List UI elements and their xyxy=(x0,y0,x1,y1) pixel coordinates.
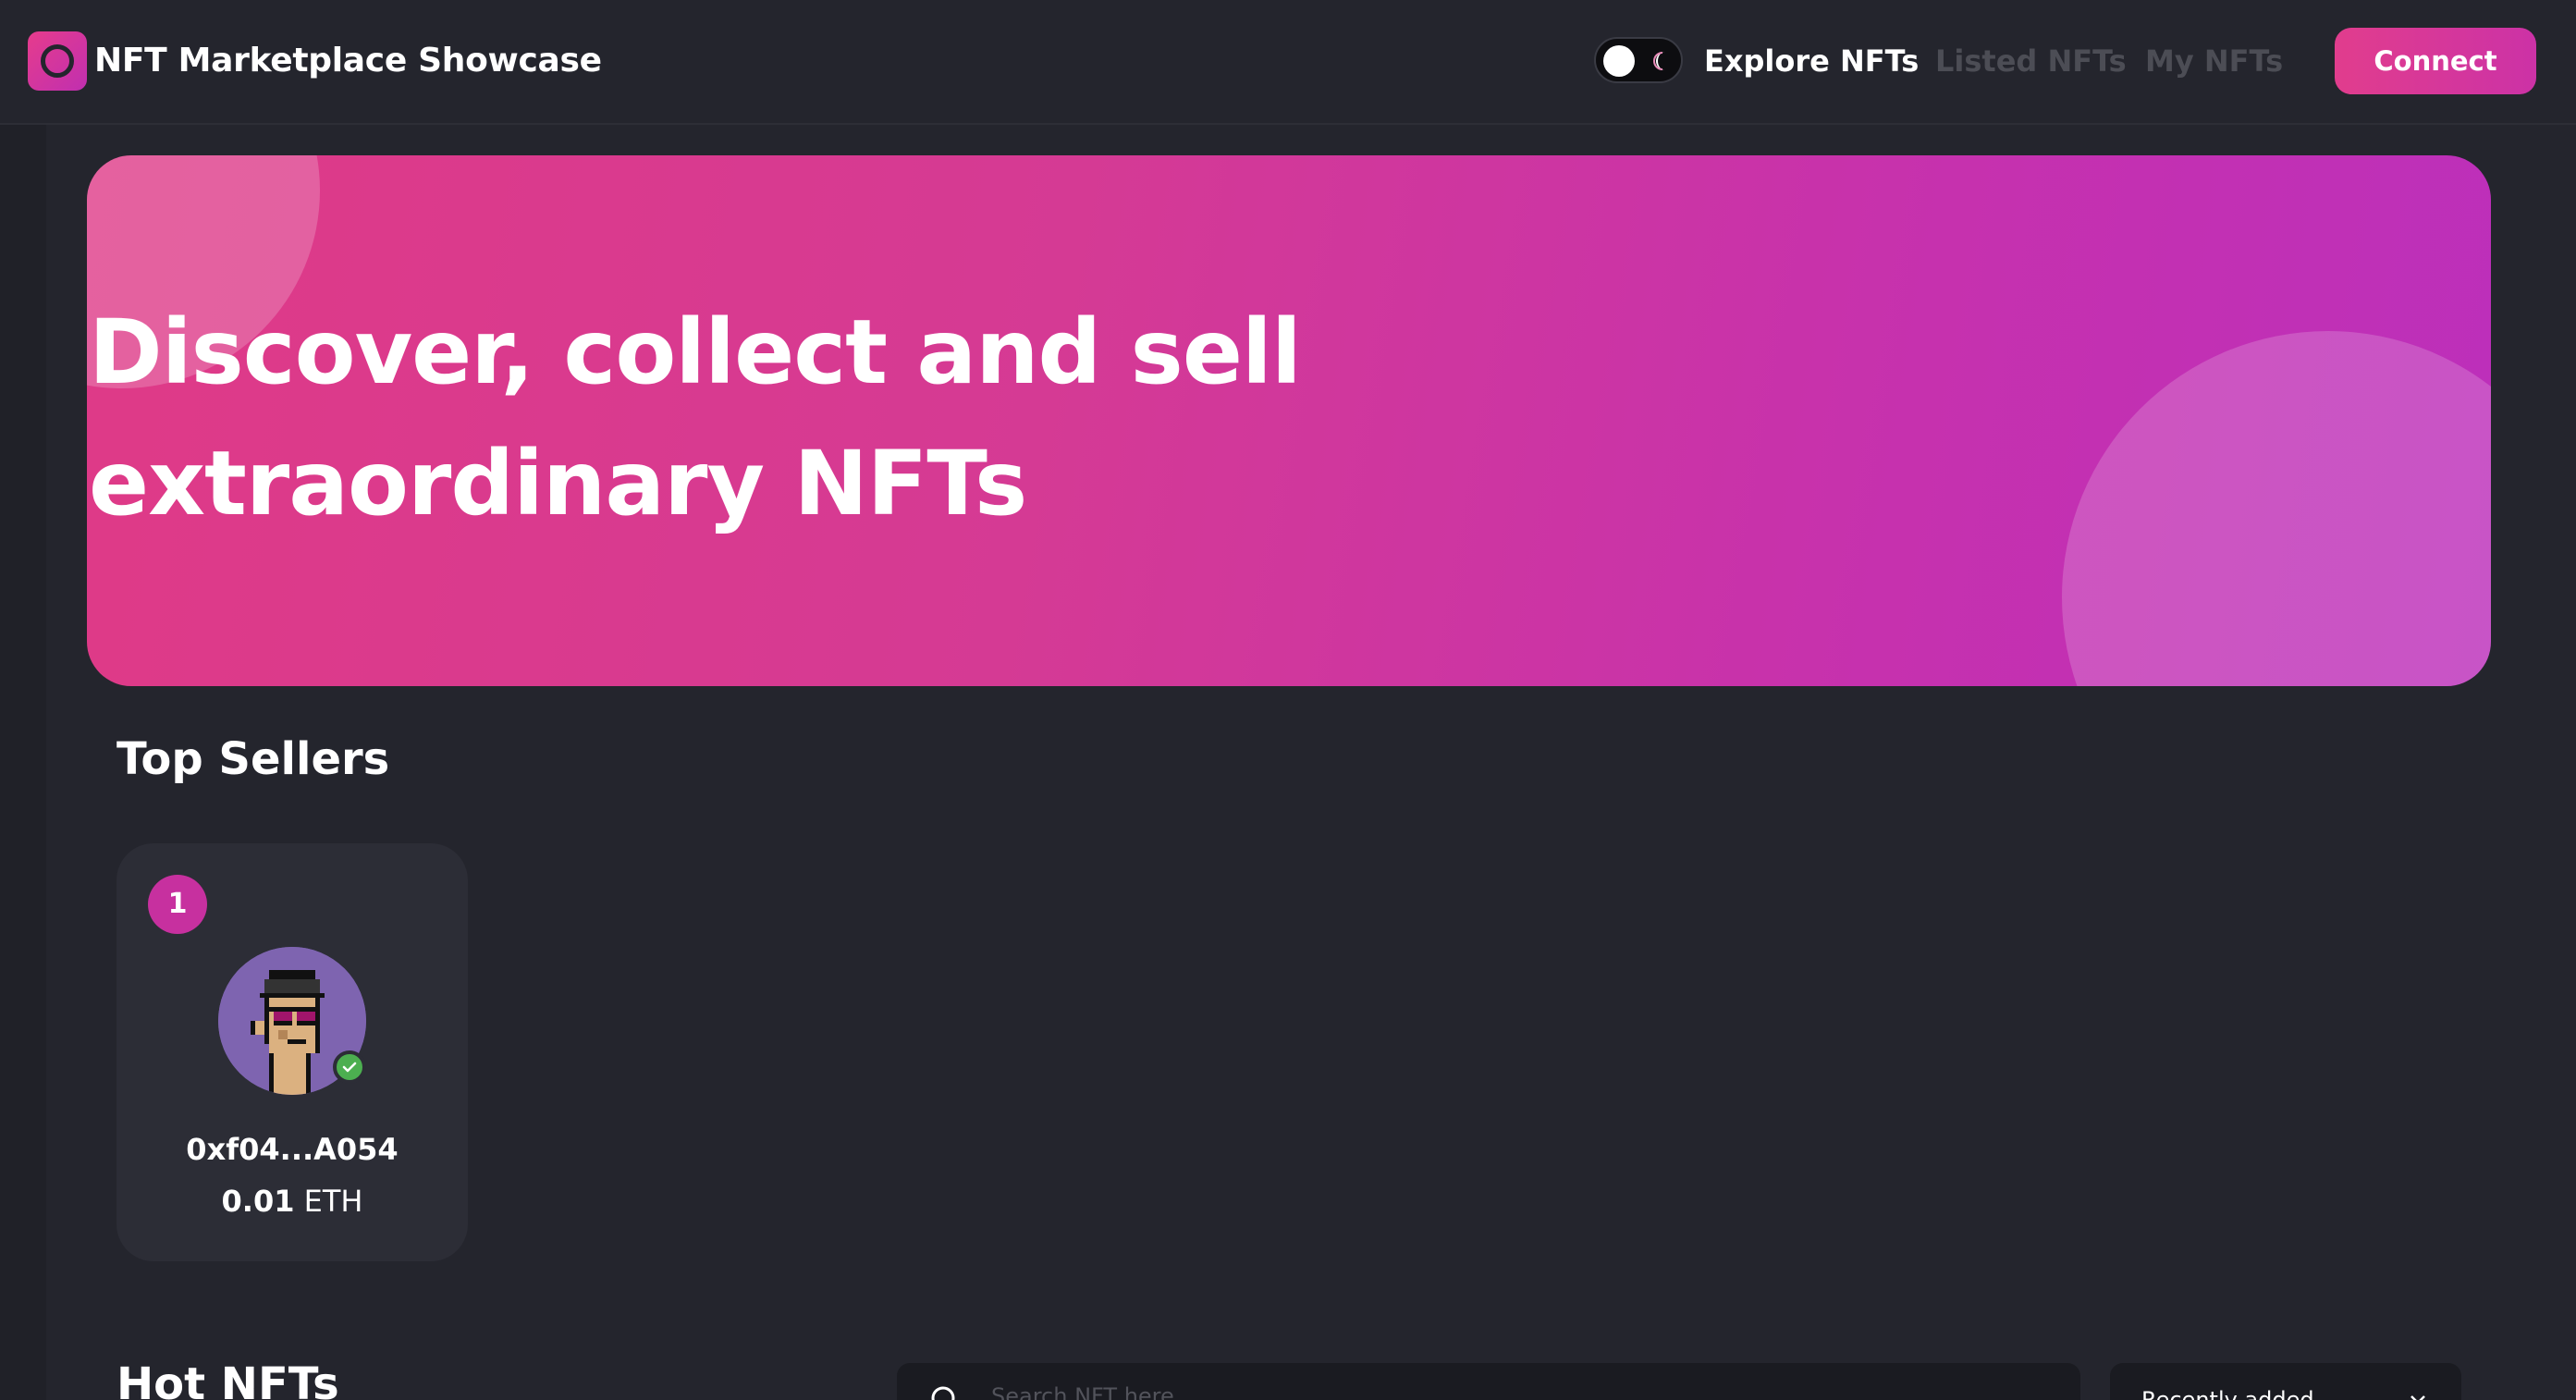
rank-badge: 1 xyxy=(148,875,207,934)
search-icon xyxy=(931,1386,955,1400)
seller-address: 0xf04...A054 xyxy=(186,1132,399,1167)
hot-nfts-title: Hot NFTs xyxy=(117,1358,339,1400)
top-navbar: NFT Marketplace Showcase Explore NFTs Li… xyxy=(0,0,2576,125)
connect-wallet-button[interactable]: Connect xyxy=(2335,28,2536,94)
hero-decorative-circle xyxy=(2062,331,2491,686)
chevron-down-icon xyxy=(2410,1395,2425,1400)
seller-card[interactable]: 1 0xf04...A054 0.01 ETH xyxy=(117,843,468,1261)
hero-title-line: Discover, collect and sell xyxy=(89,301,1302,404)
sort-selected-value: Recently added xyxy=(2141,1387,2314,1400)
seller-amount: 0.01 ETH xyxy=(117,1180,468,1222)
hero-title-line: extraordinary NFTs xyxy=(89,432,1027,535)
search-bar[interactable] xyxy=(897,1363,2080,1400)
toggle-knob xyxy=(1603,45,1635,77)
nav-link-listed-nfts[interactable]: Listed NFTs xyxy=(1935,37,2127,85)
seller-amount-value: 0.01 xyxy=(221,1184,295,1219)
search-input[interactable] xyxy=(991,1378,2008,1400)
hero-title: Discover, collect and sell extraordinary… xyxy=(89,287,1383,549)
seller-amount-currency: ETH xyxy=(303,1184,363,1219)
logo-icon[interactable] xyxy=(28,31,87,91)
app-title[interactable]: NFT Marketplace Showcase xyxy=(94,35,602,87)
top-sellers-title: Top Sellers xyxy=(117,733,390,785)
sort-select[interactable]: Recently added xyxy=(2110,1363,2461,1400)
moon-icon xyxy=(1653,52,1665,70)
theme-toggle[interactable] xyxy=(1594,37,1683,83)
verified-check-icon xyxy=(333,1050,366,1084)
page-left-margin xyxy=(0,125,46,1400)
nav-link-explore-nfts[interactable]: Explore NFTs xyxy=(1704,37,1919,85)
nav-link-my-nfts[interactable]: My NFTs xyxy=(2145,37,2283,85)
logo-ring xyxy=(41,44,74,78)
